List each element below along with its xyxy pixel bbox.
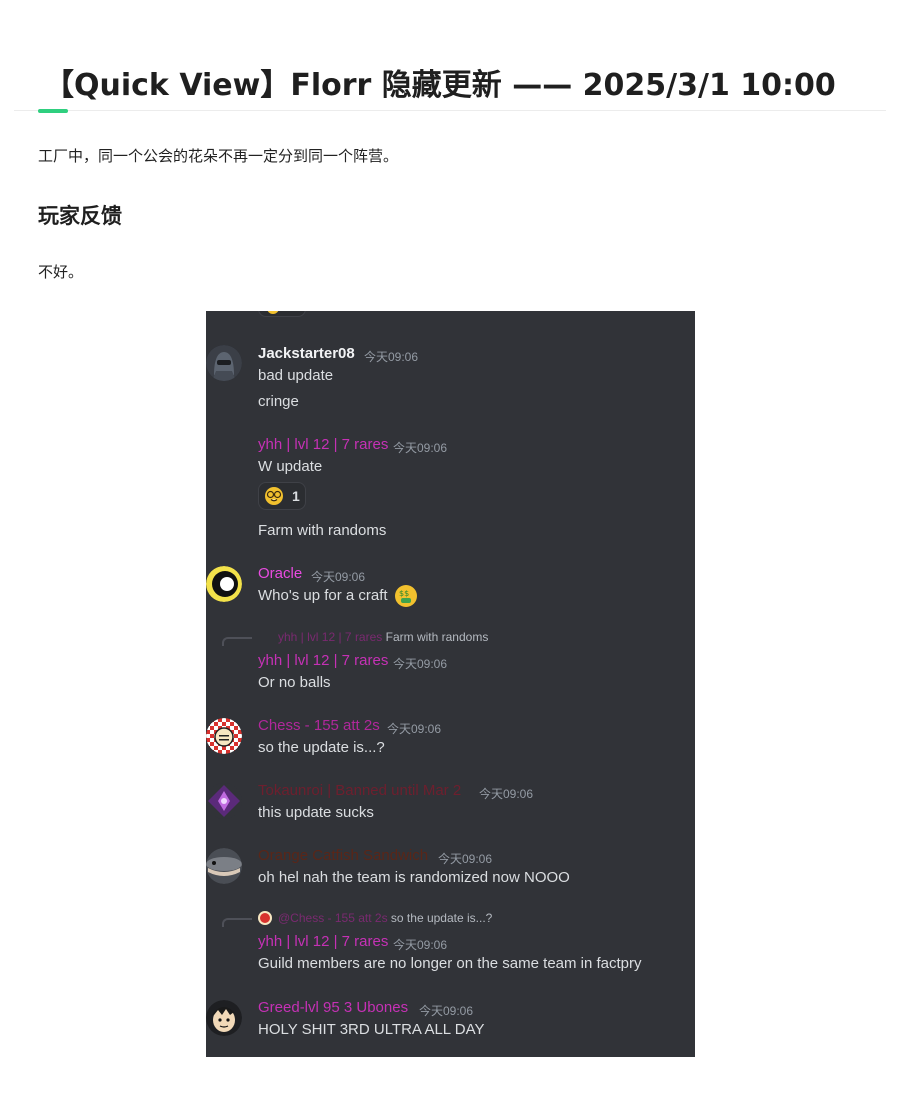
reply-avatar-chess-icon [258, 911, 272, 925]
timestamp: 今天09:06 [393, 441, 448, 455]
username[interactable]: Greed-lvl 95 3 Ubones [258, 999, 408, 1016]
helmet-avatar [206, 345, 242, 381]
avatar[interactable] [206, 566, 242, 602]
chat-message: yhh | lvl 12 | 7 rares Farm with randoms… [206, 629, 695, 691]
nerd-face-icon [265, 487, 283, 505]
message-text: Guild members are no longer on the same … [258, 955, 642, 972]
reaction-count: 1 [292, 488, 300, 504]
message-text: HOLY SHIT 3RD ULTRA ALL DAY [258, 1021, 485, 1038]
reply-connector [222, 918, 252, 927]
username[interactable]: yhh | lvl 12 | 7 rares [258, 652, 388, 669]
discord-chat-screenshot: Jackstarter08 今天09:06 bad update cringe … [206, 311, 695, 1057]
message-text: this update sucks [258, 804, 374, 821]
svg-text:$$: $$ [399, 589, 409, 598]
timestamp: 今天09:06 [393, 938, 448, 952]
message-text: Farm with randoms [258, 522, 387, 539]
timestamp: 今天09:06 [479, 787, 534, 801]
avatar[interactable] [206, 345, 242, 381]
message-text: bad update [258, 367, 334, 384]
avatar[interactable] [206, 848, 242, 884]
anime-avatar [206, 1000, 242, 1036]
timestamp: 今天09:06 [419, 1004, 474, 1018]
username[interactable]: yhh | lvl 12 | 7 rares [258, 436, 388, 453]
reply-preview[interactable]: yhh | lvl 12 | 7 rares Farm with randoms [278, 630, 488, 644]
timestamp: 今天09:06 [311, 570, 366, 584]
reply-author: yhh | lvl 12 | 7 rares [278, 630, 383, 644]
crystal-avatar [208, 785, 240, 817]
timestamp: 今天09:06 [364, 350, 419, 364]
reply-snippet: Farm with randoms [385, 630, 489, 644]
chat-message: @Chess - 155 att 2s so the update is...?… [206, 910, 695, 972]
eye-avatar [206, 566, 242, 602]
money-mouth-icon: $$ [395, 585, 417, 607]
chat-message: Chess - 155 att 2s 今天09:06 so the update… [206, 717, 695, 756]
intro-paragraph: 工厂中，同一个公会的花朵不再一定分到同一个阵营。 [38, 147, 399, 165]
reply-connector [222, 637, 252, 646]
timestamp: 今天09:06 [393, 657, 448, 671]
chat-message: Orange Catfish Sandwich 今天09:06 oh hel n… [206, 847, 695, 886]
username[interactable]: yhh | lvl 12 | 7 rares [258, 933, 388, 950]
reply-snippet: so the update is...? [390, 911, 493, 925]
catfish-avatar [206, 848, 242, 884]
chat-message: Tokaunroi | Banned until Mar 2 今天09:06 t… [206, 782, 695, 821]
username[interactable]: Orange Catfish Sandwich [258, 847, 428, 864]
message-text: so the update is...? [258, 739, 385, 756]
chat-message: Jackstarter08 今天09:06 bad update cringe [206, 345, 695, 410]
username[interactable]: Oracle [258, 565, 302, 582]
chat-message: Oracle 今天09:06 Who's up for a craft $$ [206, 565, 695, 607]
title-divider [14, 110, 886, 111]
partial-emoji-icon [267, 311, 279, 314]
message-text: oh hel nah the team is randomized now NO… [258, 869, 570, 886]
chess-avatar [206, 718, 242, 754]
message-text: cringe [258, 393, 299, 410]
reaction-button[interactable]: 1 [258, 482, 306, 510]
section-heading: 玩家反馈 [38, 204, 122, 228]
section-paragraph: 不好。 [38, 263, 84, 281]
title-accent-bar [38, 109, 68, 113]
chat-message: yhh | lvl 12 | 7 rares 今天09:06 W update … [206, 436, 695, 539]
chat-message: Greed-lvl 95 3 Ubones 今天09:06 HOLY SHIT … [206, 999, 695, 1038]
partial-reaction [258, 311, 306, 317]
username[interactable]: Tokaunroi | Banned until Mar 2 [258, 782, 461, 799]
timestamp: 今天09:06 [387, 722, 442, 736]
avatar[interactable] [206, 1000, 242, 1036]
message-text: Who's up for a craft [258, 587, 388, 604]
username[interactable]: Chess - 155 att 2s [258, 717, 380, 734]
timestamp: 今天09:06 [438, 852, 493, 866]
message-text: Or no balls [258, 674, 331, 691]
username[interactable]: Jackstarter08 [258, 345, 355, 362]
reply-preview[interactable]: @Chess - 155 att 2s so the update is...? [278, 911, 492, 925]
page-title: 【Quick View】Florr 隐藏更新 —— 2025/3/1 10:00 [44, 68, 836, 103]
reply-author: @Chess - 155 att 2s [278, 911, 388, 925]
avatar[interactable] [206, 718, 242, 754]
message-text: W update [258, 458, 323, 475]
avatar[interactable] [206, 783, 242, 819]
